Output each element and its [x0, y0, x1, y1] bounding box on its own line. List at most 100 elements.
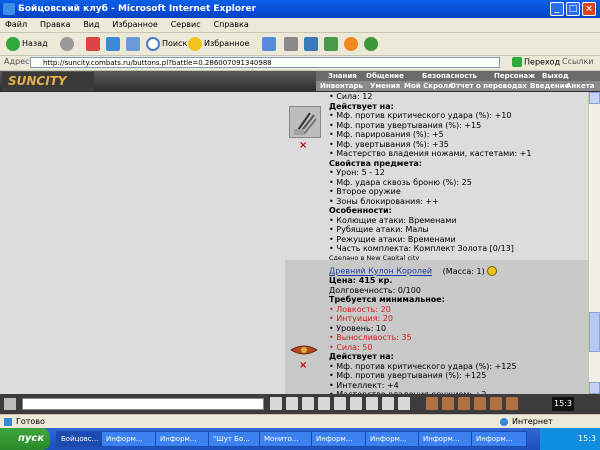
action-icon[interactable] [506, 397, 518, 410]
edit-button[interactable] [304, 36, 320, 52]
stat-line: Интеллект: +4 [329, 381, 517, 391]
action-icon[interactable] [474, 397, 486, 410]
taskbar-button[interactable]: Информ... [471, 431, 527, 447]
go-button[interactable]: Переход [512, 57, 560, 67]
action-icon[interactable] [426, 397, 438, 410]
print-button[interactable] [284, 36, 300, 52]
item-name-link[interactable]: Древний Кулон Королей [329, 267, 432, 276]
menu-edit[interactable]: Правка [35, 18, 75, 32]
minimize-button[interactable]: _ [550, 2, 564, 16]
nav-my-scroll[interactable]: Мой Скролл [404, 81, 453, 91]
taskbar-button[interactable]: Монито... [259, 431, 314, 447]
action-icon[interactable] [458, 397, 470, 410]
go-arrow-icon [512, 57, 522, 67]
close-button[interactable]: × [582, 2, 596, 16]
stat-line: Мф. против критического удара (%): +10 [329, 111, 531, 121]
scroll-icon[interactable] [318, 397, 330, 410]
messenger-button[interactable] [344, 36, 360, 52]
clear-icon[interactable] [270, 397, 282, 410]
stat-line: Интуиция: 20 [329, 314, 517, 324]
taskbar-button[interactable]: Информ... [365, 431, 421, 447]
face-icon[interactable] [398, 397, 410, 410]
item-image[interactable] [289, 106, 321, 138]
links-button[interactable]: Ссылки [562, 57, 593, 66]
mail-button[interactable] [262, 36, 278, 52]
action-icon[interactable] [490, 397, 502, 410]
item-mass: (Масса: 1) [442, 266, 485, 276]
address-input[interactable]: http://suncity.combats.ru/buttons.pl?bat… [30, 57, 500, 68]
remove-item-icon[interactable]: × [299, 140, 307, 151]
amulet-icon [290, 345, 318, 355]
taskbar-button[interactable]: Информ... [155, 431, 211, 447]
internet-zone-icon [500, 418, 508, 426]
menu-favorites[interactable]: Избранное [107, 18, 162, 32]
game-nav-top: Знания Общение Безопасность Персонаж Вых… [316, 71, 600, 81]
nav-transfers[interactable]: Отчет о переводах [450, 81, 527, 91]
stat-line: Цена: 415 кр. [329, 276, 393, 285]
inventory-panel: × Сила: 12Действует на:Мф. против критич… [0, 92, 588, 394]
music-icon[interactable] [366, 397, 378, 410]
stat-line: Часть комплекта: Комплект Золота [0/13] [329, 244, 531, 254]
nav-inventory[interactable]: Инвентарь [320, 81, 363, 91]
forward-button[interactable] [60, 36, 76, 52]
menu-bar: Файл Правка Вид Избранное Сервис Справка [0, 18, 600, 33]
nav-knowledge[interactable]: Знания [328, 71, 357, 81]
fight-icon[interactable] [334, 397, 346, 410]
at-icon [344, 36, 358, 51]
taskbar-button[interactable]: Информ... [418, 431, 474, 447]
home-button[interactable] [126, 36, 142, 52]
buddy-button[interactable] [364, 36, 380, 52]
nav-security[interactable]: Безопасность [422, 71, 477, 81]
filter-icon[interactable] [286, 397, 298, 410]
nav-profile[interactable]: Анкета [566, 81, 595, 91]
back-button[interactable]: Назад [6, 36, 48, 52]
chat-mode-icon[interactable] [4, 398, 16, 410]
maximize-button[interactable]: □ [566, 2, 580, 16]
discuss-button[interactable] [324, 36, 340, 52]
menu-view[interactable]: Вид [78, 18, 104, 32]
remove-item-icon[interactable]: × [299, 360, 307, 371]
chat-icons [270, 397, 414, 413]
attack-icon[interactable] [350, 397, 362, 410]
forward-arrow-icon [60, 36, 74, 51]
scroll-up-button[interactable] [589, 92, 600, 104]
stat-line: Выносливость: 35 [329, 333, 517, 343]
refresh-button[interactable] [106, 36, 122, 52]
taskbar-button[interactable]: Бойцовс... [56, 431, 104, 447]
taskbar-button[interactable]: Информ... [311, 431, 368, 447]
scroll-thumb[interactable] [589, 312, 600, 352]
nav-character[interactable]: Персонаж [494, 71, 535, 81]
action-icon[interactable] [442, 397, 454, 410]
menu-help[interactable]: Справка [209, 18, 254, 32]
stop-button[interactable] [86, 36, 102, 52]
favorites-button[interactable]: Избранное [188, 36, 249, 52]
scroll-down-button[interactable] [589, 382, 600, 394]
info-icon[interactable] [487, 266, 498, 276]
nav-intro[interactable]: Введение [530, 81, 569, 91]
menu-file[interactable]: Файл [0, 18, 32, 32]
nav-skills[interactable]: Умения [370, 81, 400, 91]
stat-line: Колющие атаки: Временами [329, 216, 531, 226]
stat-line: Рубящие атаки: Малы [329, 225, 531, 235]
start-button[interactable]: пуск [0, 428, 50, 450]
stat-line: Мф. против критического удара (%): +125 [329, 362, 516, 372]
discuss-icon [324, 36, 338, 51]
vertical-scrollbar[interactable] [588, 92, 600, 394]
search-button[interactable]: Поиск [146, 36, 187, 52]
stat-line: Сила: 12 [329, 92, 531, 102]
stat-line: Требуется минимальное: [329, 295, 445, 304]
nav-chat[interactable]: Общение [366, 71, 404, 81]
stat-line: Особенности: [329, 206, 392, 215]
nav-exit[interactable]: Выход [542, 71, 569, 81]
chat-input[interactable] [22, 398, 264, 410]
smile-icon[interactable] [302, 397, 314, 410]
taskbar-button[interactable]: "Шут Бо... [208, 431, 262, 447]
system-tray: 15:3 [540, 428, 600, 450]
transfer-icon[interactable] [382, 397, 394, 410]
stop-icon [86, 36, 100, 51]
mail-icon [262, 36, 276, 51]
stat-line: Мф. против увертывания (%): +125 [329, 371, 517, 381]
menu-tools[interactable]: Сервис [166, 18, 206, 32]
window-titlebar[interactable]: Бойцовский клуб - Microsoft Internet Exp… [0, 0, 600, 18]
taskbar-button[interactable]: Информ... [101, 431, 158, 447]
